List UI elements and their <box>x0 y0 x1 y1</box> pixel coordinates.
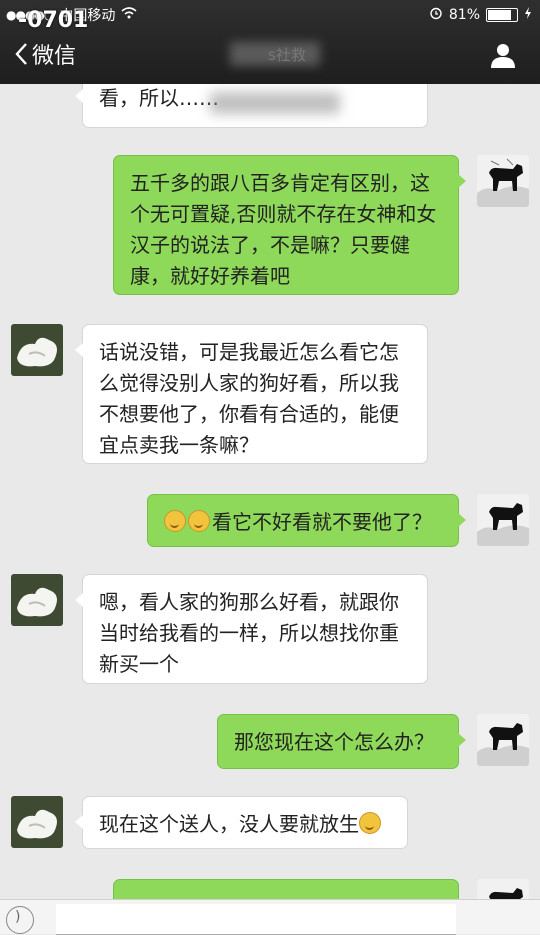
emoji-icon <box>359 812 381 834</box>
message-bubble-incoming: 嗯，看人家的狗那么好看，就跟你当时给我看的一样，所以想找你重新买一个 <box>75 574 428 684</box>
profile-button[interactable] <box>490 42 516 72</box>
message-input[interactable] <box>56 904 456 935</box>
message-bubble-incoming: 现在这个送人，没人要就放生 <box>75 796 408 849</box>
page-title: s社救 <box>268 46 306 64</box>
chevron-left-icon <box>15 43 27 65</box>
my-avatar[interactable] <box>477 155 529 207</box>
message-bubble-outgoing <box>113 879 466 899</box>
contact-avatar[interactable] <box>11 796 63 848</box>
message-text: 话说没错，可是我最近怎么看它怎么觉得没别人家的狗好看，所以我不想要他了，你看有合… <box>99 340 399 457</box>
message-bubble-outgoing: 看它不好看就不要他了？ <box>147 494 466 547</box>
back-label: 微信 <box>32 44 77 69</box>
message-text: 嗯，看人家的狗那么好看，就跟你当时给我看的一样，所以想找你重新买一个 <box>99 590 399 676</box>
contact-avatar[interactable] <box>11 574 63 626</box>
contact-avatar[interactable] <box>11 324 63 376</box>
message-text: 五千多的跟八百多肯定有区别，这个无可置疑,否则就不存在女神和女汉子的说法了，不是… <box>130 171 437 288</box>
my-avatar[interactable] <box>477 879 529 899</box>
my-avatar[interactable] <box>477 714 529 766</box>
top-bar: ●●●●○ 中国移动 81% -0701 微信 s社救 <box>0 0 540 84</box>
message-text: 那您现在这个怎么办？ <box>234 730 434 754</box>
chat-area[interactable]: 看，所以…… 五千多的跟八百多肯定有区别，这个无可置疑,否则就不存在女神和女汉子… <box>0 84 540 899</box>
emoji-icon <box>188 510 210 532</box>
nav-bar: 微信 s社救 <box>0 30 540 84</box>
battery-percent: 81% <box>448 7 480 23</box>
redaction <box>210 92 340 114</box>
alarm-icon <box>429 6 443 24</box>
my-avatar[interactable] <box>477 494 529 546</box>
message-text: 看，所以…… <box>99 86 219 110</box>
wifi-icon <box>121 7 137 23</box>
emoji-icon <box>164 510 186 532</box>
message-bubble-outgoing: 五千多的跟八百多肯定有区别，这个无可置疑,否则就不存在女神和女汉子的说法了，不是… <box>113 155 466 295</box>
message-text: 现在这个送人，没人要就放生 <box>99 812 359 836</box>
message-bubble-incoming: 话说没错，可是我最近怎么看它怎么觉得没别人家的狗好看，所以我不想要他了，你看有合… <box>75 324 428 464</box>
message-text: 看它不好看就不要他了？ <box>212 510 432 534</box>
charging-icon <box>524 7 532 23</box>
voice-input-button[interactable] <box>6 906 34 934</box>
person-icon <box>491 44 515 68</box>
battery-icon <box>486 8 518 22</box>
battery-fill <box>488 10 511 20</box>
message-bubble-outgoing: 那您现在这个怎么办？ <box>217 714 466 769</box>
back-button[interactable]: 微信 <box>14 38 76 70</box>
input-bar <box>0 899 540 935</box>
